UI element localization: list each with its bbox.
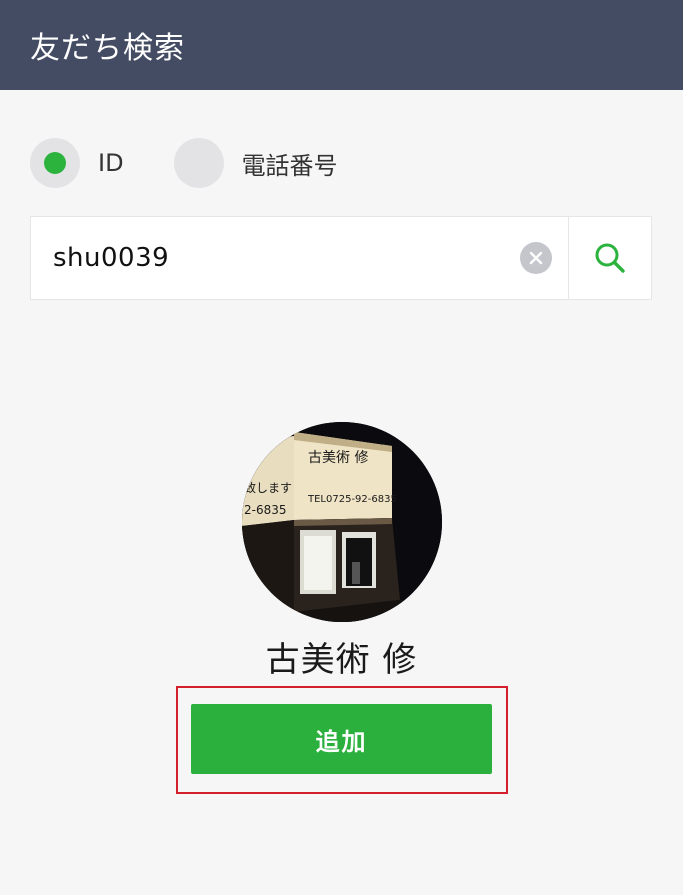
search-button[interactable] — [569, 216, 651, 300]
svg-text:古美術 修: 古美術 修 — [308, 450, 368, 466]
radio-selected-icon — [30, 138, 80, 188]
clear-icon[interactable] — [520, 242, 552, 274]
search-type-selector: ID 電話番号 — [30, 138, 338, 188]
profile-avatar: 古美術 修 TEL0725-92-6835 致します 2-6835 — [242, 422, 442, 622]
radio-unselected-icon — [173, 138, 224, 188]
page-title: 友だち検索 — [30, 31, 185, 66]
search-icon — [595, 243, 625, 273]
radio-option-id-label: ID — [98, 149, 124, 177]
add-friend-button[interactable]: 追加 — [191, 704, 492, 774]
svg-text:TEL0725-92-6835: TEL0725-92-6835 — [307, 494, 397, 505]
search-input[interactable] — [31, 217, 520, 299]
svg-text:致します: 致します — [244, 481, 292, 495]
radio-option-phone[interactable]: 電話番号 — [173, 138, 338, 188]
radio-option-id[interactable]: ID — [30, 138, 124, 188]
radio-option-phone-label: 電話番号 — [241, 151, 338, 180]
svg-text:2-6835: 2-6835 — [244, 503, 287, 517]
app-header: 友だち検索 — [0, 0, 683, 90]
profile-name: 古美術 修 — [265, 640, 418, 680]
search-box — [30, 216, 652, 300]
